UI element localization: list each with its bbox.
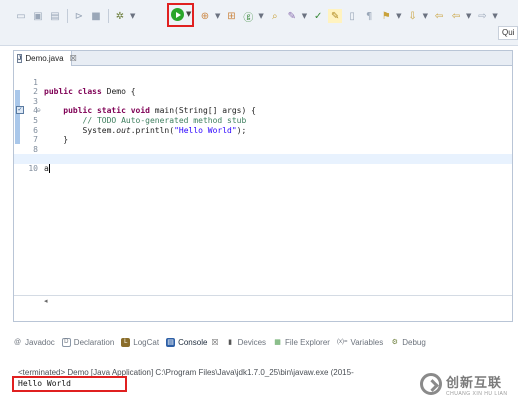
debug-dropdown-icon[interactable]: ▼: [130, 12, 135, 20]
watermark-text: 创新互联 CHUANG XIN HU LIAN: [446, 372, 508, 397]
save-icon[interactable]: ▣: [31, 9, 45, 23]
tab-file-explorer[interactable]: ▦ File Explorer: [273, 338, 330, 347]
new-java-project-icon[interactable]: ⊕: [198, 9, 212, 23]
run-dropdown-icon[interactable]: ▼: [186, 10, 191, 18]
code-line: 5 // TODO Auto-generated method stub: [33, 115, 247, 125]
dropdown-icon[interactable]: ▼: [466, 12, 471, 20]
bookmark-icon[interactable]: ⚑: [379, 9, 393, 23]
watermark: 创新互联 CHUANG XIN HU LIAN: [420, 369, 518, 399]
tab-debug[interactable]: ⚙ Debug: [390, 338, 426, 347]
tab-demo-java[interactable]: J Demo.java ☒: [14, 51, 77, 66]
toolbar-row-right: ⊕ ▼ ⊞ ⓖ ▼ ⌕ ✎ ▼ ✓ ✎ ▯ ¶ ⚑ ▼ ⇩ ▼ ⇦ ⇦ ▼ ⇨ …: [198, 6, 502, 26]
horizontal-scrollbar[interactable]: ◂: [14, 295, 512, 308]
code-line: 6 System.out.println("Hello World");: [33, 125, 247, 135]
close-icon[interactable]: ☒: [70, 54, 77, 63]
dropdown-icon[interactable]: ▼: [492, 12, 497, 20]
print-icon[interactable]: ▤: [48, 9, 62, 23]
next-edit-icon[interactable]: ⇨: [475, 9, 489, 23]
code-line: 7 }: [33, 135, 69, 145]
new-icon[interactable]: ▭: [14, 9, 28, 23]
tab-logcat[interactable]: L LogCat: [121, 337, 159, 347]
file-explorer-icon: ▦: [274, 339, 281, 346]
tab-variables[interactable]: (x)= Variables: [337, 338, 383, 347]
dropdown-icon[interactable]: ▼: [215, 12, 220, 20]
debug-icon[interactable]: ✲: [113, 9, 127, 23]
code-line: 8: [33, 144, 38, 154]
watermark-chinese: 创新互联: [446, 375, 503, 391]
logcat-icon: L: [121, 337, 131, 347]
close-icon[interactable]: ☒: [211, 338, 218, 347]
toolbar-separator: [67, 9, 68, 23]
tab-devices[interactable]: ▮ Devices: [226, 338, 266, 347]
code-line: 1: [33, 77, 38, 87]
code-line: 9}: [14, 145, 512, 163]
toggle-mark-icon[interactable]: ✓: [311, 9, 325, 23]
devices-icon: ▮: [228, 339, 233, 346]
tab-declaration[interactable]: D Declaration: [61, 337, 114, 347]
java-file-icon: J: [17, 54, 23, 63]
dropdown-icon[interactable]: ▼: [396, 12, 401, 20]
dropdown-icon[interactable]: ▼: [302, 12, 307, 20]
open-type-icon[interactable]: ⓖ: [241, 9, 255, 24]
next-annotation-icon[interactable]: ▯: [345, 9, 359, 23]
skip-icon[interactable]: ⊳: [72, 9, 86, 23]
toolbar-row: ▭ ▣ ▤ ⊳ ■ ✲ ▼: [14, 6, 139, 26]
tab-console[interactable]: ▤ Console ☒: [166, 337, 219, 347]
run-button[interactable]: [171, 8, 184, 21]
main-toolbar: ▭ ▣ ▤ ⊳ ■ ✲ ▼ ▼ ⊕ ▼ ⊞ ⓖ ▼ ⌕ ✎ ▼ ✓ ✎ ▯ ¶ …: [0, 0, 518, 46]
bottom-panel-tabs: @ Javadoc D Declaration L LogCat ▤ Conso…: [13, 333, 518, 351]
console-icon: ▤: [166, 337, 176, 347]
tab-javadoc[interactable]: @ Javadoc: [13, 338, 55, 347]
search-icon[interactable]: ⌕: [268, 9, 282, 23]
code-line: 2 public class Demo {: [33, 87, 136, 97]
code-line: 4 ⊖ public static void main(String[] args…: [33, 106, 256, 116]
dropdown-icon[interactable]: ▼: [258, 12, 263, 20]
watermark-english: CHUANG XIN HU LIAN: [446, 390, 508, 397]
stop-icon[interactable]: ■: [89, 9, 103, 23]
back-icon[interactable]: ⇦: [432, 9, 446, 23]
code-editor: J Demo.java ☒ ✓ 1 2 public class Demo { 3…: [13, 50, 513, 322]
prev-annotation-icon[interactable]: ⇩: [406, 9, 420, 23]
variables-icon: (x)=: [336, 339, 348, 345]
javadoc-icon: @: [13, 338, 22, 346]
console-output: Hello World: [18, 379, 71, 388]
new-class-icon[interactable]: ⊞: [224, 9, 238, 23]
editor-tab-bar: J Demo.java ☒: [14, 51, 512, 66]
code-line: 3: [33, 96, 38, 106]
code-line-current: 10 a: [14, 154, 512, 173]
code-area[interactable]: ✓ 1 2 public class Demo { 3 4 ⊖ public sta…: [14, 66, 512, 308]
debug-icon: ⚙: [391, 339, 398, 346]
forward-icon[interactable]: ⇦: [449, 9, 463, 23]
declaration-icon: D: [61, 337, 71, 347]
pin-icon[interactable]: ¶: [362, 9, 376, 23]
text-cursor: [48, 163, 50, 173]
watermark-logo-icon: [420, 373, 442, 395]
tab-label: Demo.java: [25, 54, 64, 63]
quick-access-input[interactable]: Qui: [498, 26, 518, 40]
open-task-icon[interactable]: ✎: [285, 9, 299, 23]
annotation-icon[interactable]: ✎: [328, 9, 343, 23]
dropdown-icon[interactable]: ▼: [423, 12, 428, 20]
toolbar-separator: [108, 9, 109, 23]
scroll-left-icon[interactable]: ◂: [44, 297, 48, 305]
